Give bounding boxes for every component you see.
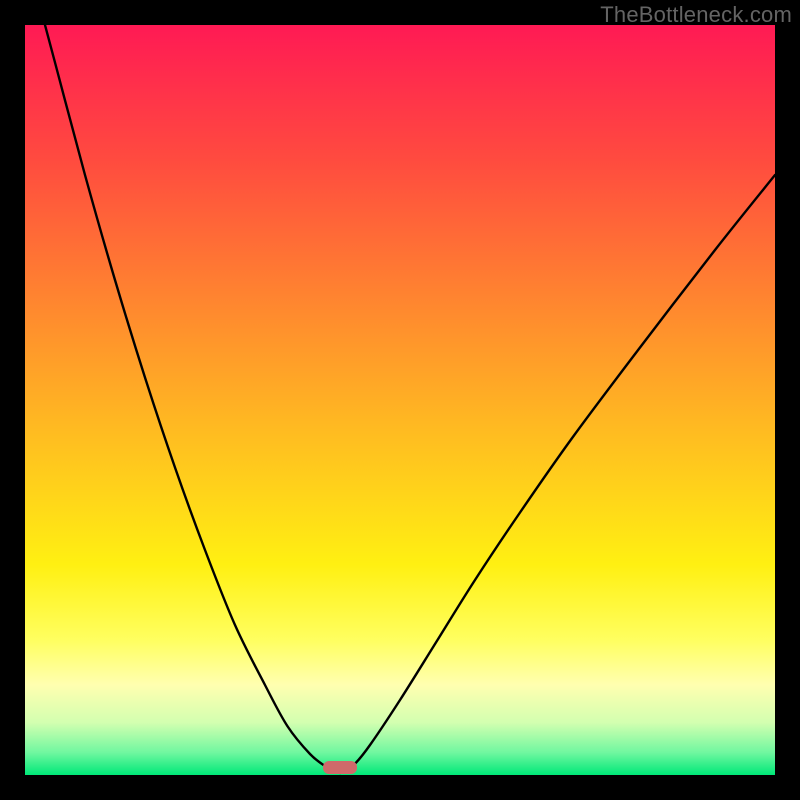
background-gradient [25,25,775,775]
watermark-text: TheBottleneck.com [600,2,792,28]
minimum-marker [323,761,357,774]
chart-svg [25,25,775,775]
chart-frame: TheBottleneck.com [0,0,800,800]
plot-area [25,25,775,775]
